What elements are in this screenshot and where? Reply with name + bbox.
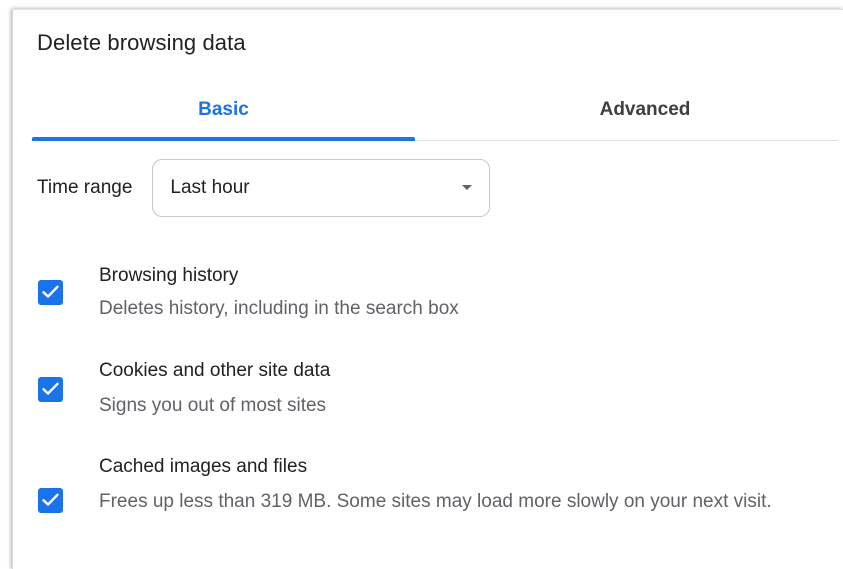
option-title: Browsing history: [99, 265, 239, 286]
time-range-row: Time range Last hour: [37, 157, 491, 219]
delete-browsing-data-dialog: Delete browsing data Basic Advanced Time…: [12, 9, 843, 569]
tab-basic-label: Basic: [198, 99, 249, 120]
option-title: Cookies and other site data: [99, 360, 331, 381]
tab-advanced-label: Advanced: [599, 99, 691, 120]
tab-bar: Basic Advanced: [32, 82, 838, 141]
cookies-checkbox[interactable]: [38, 377, 63, 402]
time-range-value: Last hour: [170, 177, 250, 198]
tab-basic[interactable]: Basic: [32, 82, 415, 141]
active-tab-indicator: [32, 137, 415, 141]
option-description: Frees up less than 319 MB. Some sites ma…: [99, 491, 772, 512]
dropdown-caret-icon: [462, 185, 473, 190]
time-range-select[interactable]: Last hour: [152, 159, 491, 217]
browsing-history-checkbox[interactable]: [38, 280, 63, 305]
option-title: Cached images and files: [99, 456, 308, 477]
option-description: Signs you out of most sites: [99, 395, 327, 416]
checkmark-icon: [42, 285, 59, 298]
checkmark-icon: [42, 493, 59, 506]
tab-advanced[interactable]: Advanced: [415, 82, 843, 138]
dialog-title: Delete browsing data: [37, 30, 246, 55]
time-range-label: Time range: [37, 177, 133, 198]
cached-images-checkbox[interactable]: [38, 488, 63, 513]
checkmark-icon: [42, 382, 59, 395]
option-description: Deletes history, including in the search…: [99, 298, 459, 319]
